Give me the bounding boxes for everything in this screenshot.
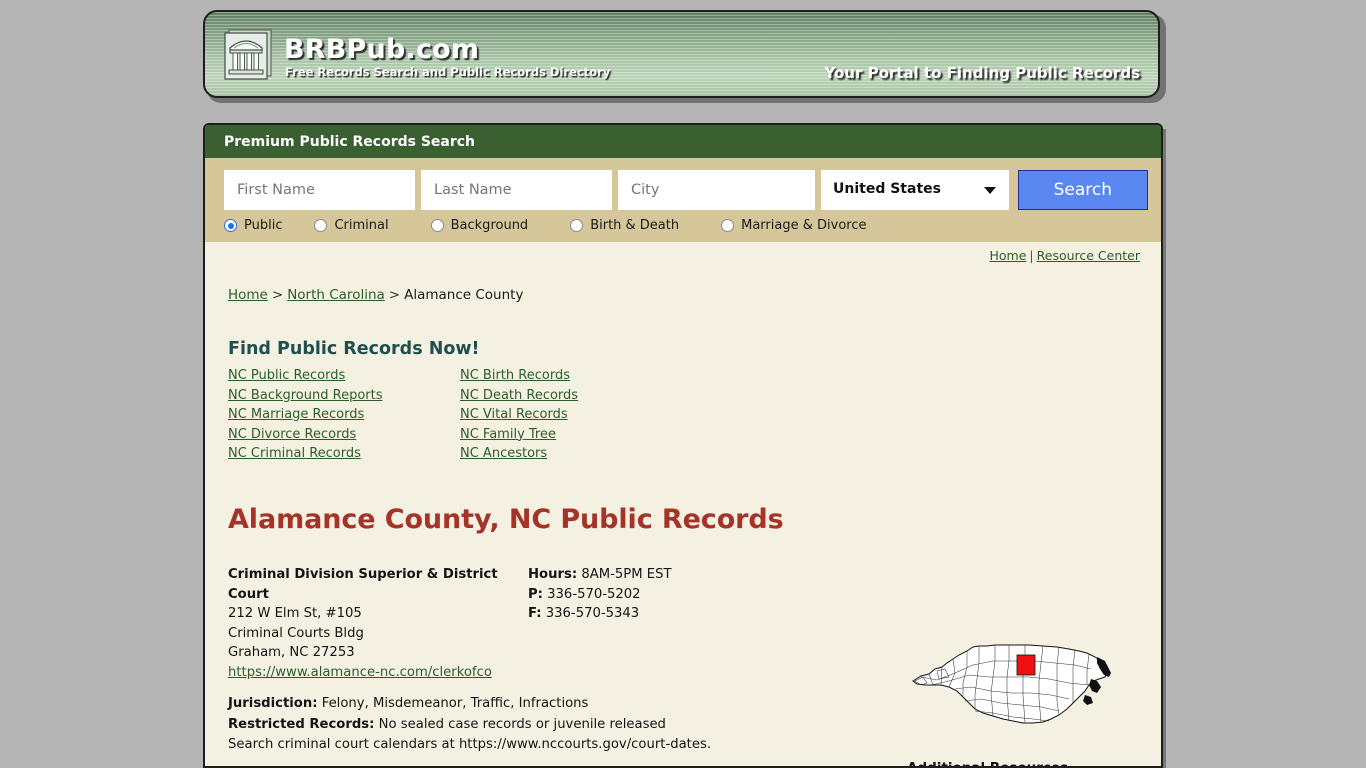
court-details: Jurisdiction: Felony, Misdemeanor, Traff… — [228, 694, 868, 756]
radio-background-label: Background — [450, 218, 529, 233]
utility-link-home[interactable]: Home — [989, 248, 1026, 263]
court-hours: Hours: 8AM-5PM EST — [528, 565, 672, 585]
link-nc-divorce-records[interactable]: NC Divorce Records — [228, 427, 460, 442]
radio-public-label: Public — [244, 218, 283, 233]
search-form: United States Search Public Criminal Bac… — [205, 158, 1161, 242]
court-name: Criminal Division Superior & District Co… — [228, 567, 498, 602]
search-fields-row: United States Search — [224, 170, 1148, 210]
country-select-value: United States — [833, 181, 941, 197]
link-nc-ancestors[interactable]: NC Ancestors — [460, 446, 668, 461]
jurisdiction-label: Jurisdiction: — [228, 696, 318, 711]
link-nc-background-reports[interactable]: NC Background Reports — [228, 388, 460, 403]
last-name-input[interactable] — [421, 170, 612, 210]
radio-public[interactable]: Public — [224, 218, 282, 233]
radio-birth-death-label: Birth & Death — [590, 218, 680, 233]
radio-marriage-divorce-label: Marriage & Divorce — [741, 218, 867, 233]
court-hours-value: 8AM-5PM EST — [581, 567, 672, 582]
breadcrumb-north-carolina[interactable]: North Carolina — [287, 287, 385, 303]
court-address-line-3: Graham, NC 27253 — [228, 645, 355, 660]
court-fax-label: F: — [528, 606, 542, 621]
courthouse-icon — [224, 29, 272, 80]
court-website-link[interactable]: https://www.alamance-nc.com/clerkofco — [228, 665, 492, 680]
court-address-column: Criminal Division Superior & District Co… — [228, 565, 528, 682]
brand-title: BRBPub.com — [284, 34, 480, 65]
court-address-line-1: 212 W Elm St, #105 — [228, 606, 362, 621]
link-nc-vital-records[interactable]: NC Vital Records — [460, 407, 668, 422]
radio-criminal-dot[interactable] — [314, 219, 328, 232]
restricted-row: Restricted Records: No sealed case recor… — [228, 715, 868, 736]
brand-tagline: Your Portal to Finding Public Records — [824, 64, 1140, 82]
link-nc-marriage-records[interactable]: NC Marriage Records — [228, 407, 460, 422]
chevron-down-icon — [983, 187, 996, 194]
content-panel: Premium Public Records Search United Sta… — [203, 123, 1163, 768]
north-carolina-map-icon — [912, 644, 1111, 724]
link-nc-public-records[interactable]: NC Public Records — [228, 368, 460, 383]
header-banner: BRBPub.com Free Records Search and Publi… — [203, 10, 1160, 98]
radio-marriage-divorce[interactable]: Marriage & Divorce — [721, 218, 866, 233]
first-name-input[interactable] — [224, 170, 415, 210]
radio-marriage-divorce-dot[interactable] — [721, 219, 735, 232]
court-phone: P: 336-570-5202 — [528, 585, 672, 605]
site-header: BRBPub.com Free Records Search and Publi… — [203, 10, 1166, 103]
country-select[interactable]: United States — [821, 170, 1009, 210]
breadcrumb-sep-1: > — [271, 287, 284, 303]
breadcrumb: Home > North Carolina > Alamance County — [228, 287, 1161, 303]
link-nc-birth-records[interactable]: NC Birth Records — [460, 368, 668, 383]
search-type-radio-group: Public Criminal Background Birth & Death… — [224, 218, 1148, 233]
jurisdiction-value: Felony, Misdemeanor, Traffic, Infraction… — [321, 696, 589, 711]
page-root: BRBPub.com Free Records Search and Publi… — [0, 0, 1366, 768]
link-nc-family-tree[interactable]: NC Family Tree — [460, 427, 668, 442]
restricted-label: Restricted Records: — [228, 716, 375, 732]
utility-separator: | — [1029, 248, 1034, 263]
find-records-links: NC Public Records NC Birth Records NC Ba… — [228, 368, 668, 461]
link-nc-criminal-records[interactable]: NC Criminal Records — [228, 446, 460, 461]
court-fax: F: 336-570-5343 — [528, 604, 672, 624]
city-input[interactable] — [618, 170, 815, 210]
court-address-line-2: Criminal Courts Bldg — [228, 625, 364, 641]
breadcrumb-home[interactable]: Home — [228, 287, 268, 303]
court-phone-value: 336-570-5202 — [547, 586, 641, 602]
sidebar: Additional Resources Alamance County NC … — [907, 633, 1137, 768]
utility-link-resource-center[interactable]: Resource Center — [1037, 248, 1140, 263]
radio-birth-death-dot[interactable] — [570, 219, 584, 232]
link-nc-death-records[interactable]: NC Death Records — [460, 388, 668, 403]
radio-background[interactable]: Background — [430, 218, 529, 233]
jurisdiction-row: Jurisdiction: Felony, Misdemeanor, Traff… — [228, 694, 868, 715]
radio-criminal[interactable]: Criminal — [314, 218, 389, 233]
radio-criminal-label: Criminal — [334, 218, 389, 233]
main-content: Home > North Carolina > Alamance County Find… — [205, 265, 1161, 768]
breadcrumb-current: Alamance County — [404, 287, 524, 303]
utility-links: Home | Resource Center — [205, 242, 1161, 265]
search-panel-title: Premium Public Records Search — [205, 125, 1161, 158]
restricted-value: No sealed case records or juvenile relea… — [378, 716, 666, 732]
radio-public-dot[interactable] — [224, 219, 237, 232]
page-title: Alamance County, NC Public Records — [228, 504, 784, 535]
court-hours-label: Hours: — [528, 567, 578, 582]
court-contact-column: Hours: 8AM-5PM EST P: 336-570-5202 F: 33… — [528, 565, 672, 682]
court-phone-label: P: — [528, 586, 543, 602]
search-button[interactable]: Search — [1017, 170, 1148, 210]
court-fax-value: 336-570-5343 — [545, 606, 640, 621]
find-records-title: Find Public Records Now! — [228, 339, 480, 359]
additional-resources-title: Additional Resources — [907, 760, 1069, 768]
radio-birth-death[interactable]: Birth & Death — [570, 218, 679, 233]
brand-subtitle: Free Records Search and Public Records D… — [285, 65, 611, 79]
breadcrumb-sep-2: > — [388, 287, 401, 303]
court-note: Search criminal court calendars at https… — [228, 737, 712, 752]
radio-background-dot[interactable] — [430, 219, 444, 232]
